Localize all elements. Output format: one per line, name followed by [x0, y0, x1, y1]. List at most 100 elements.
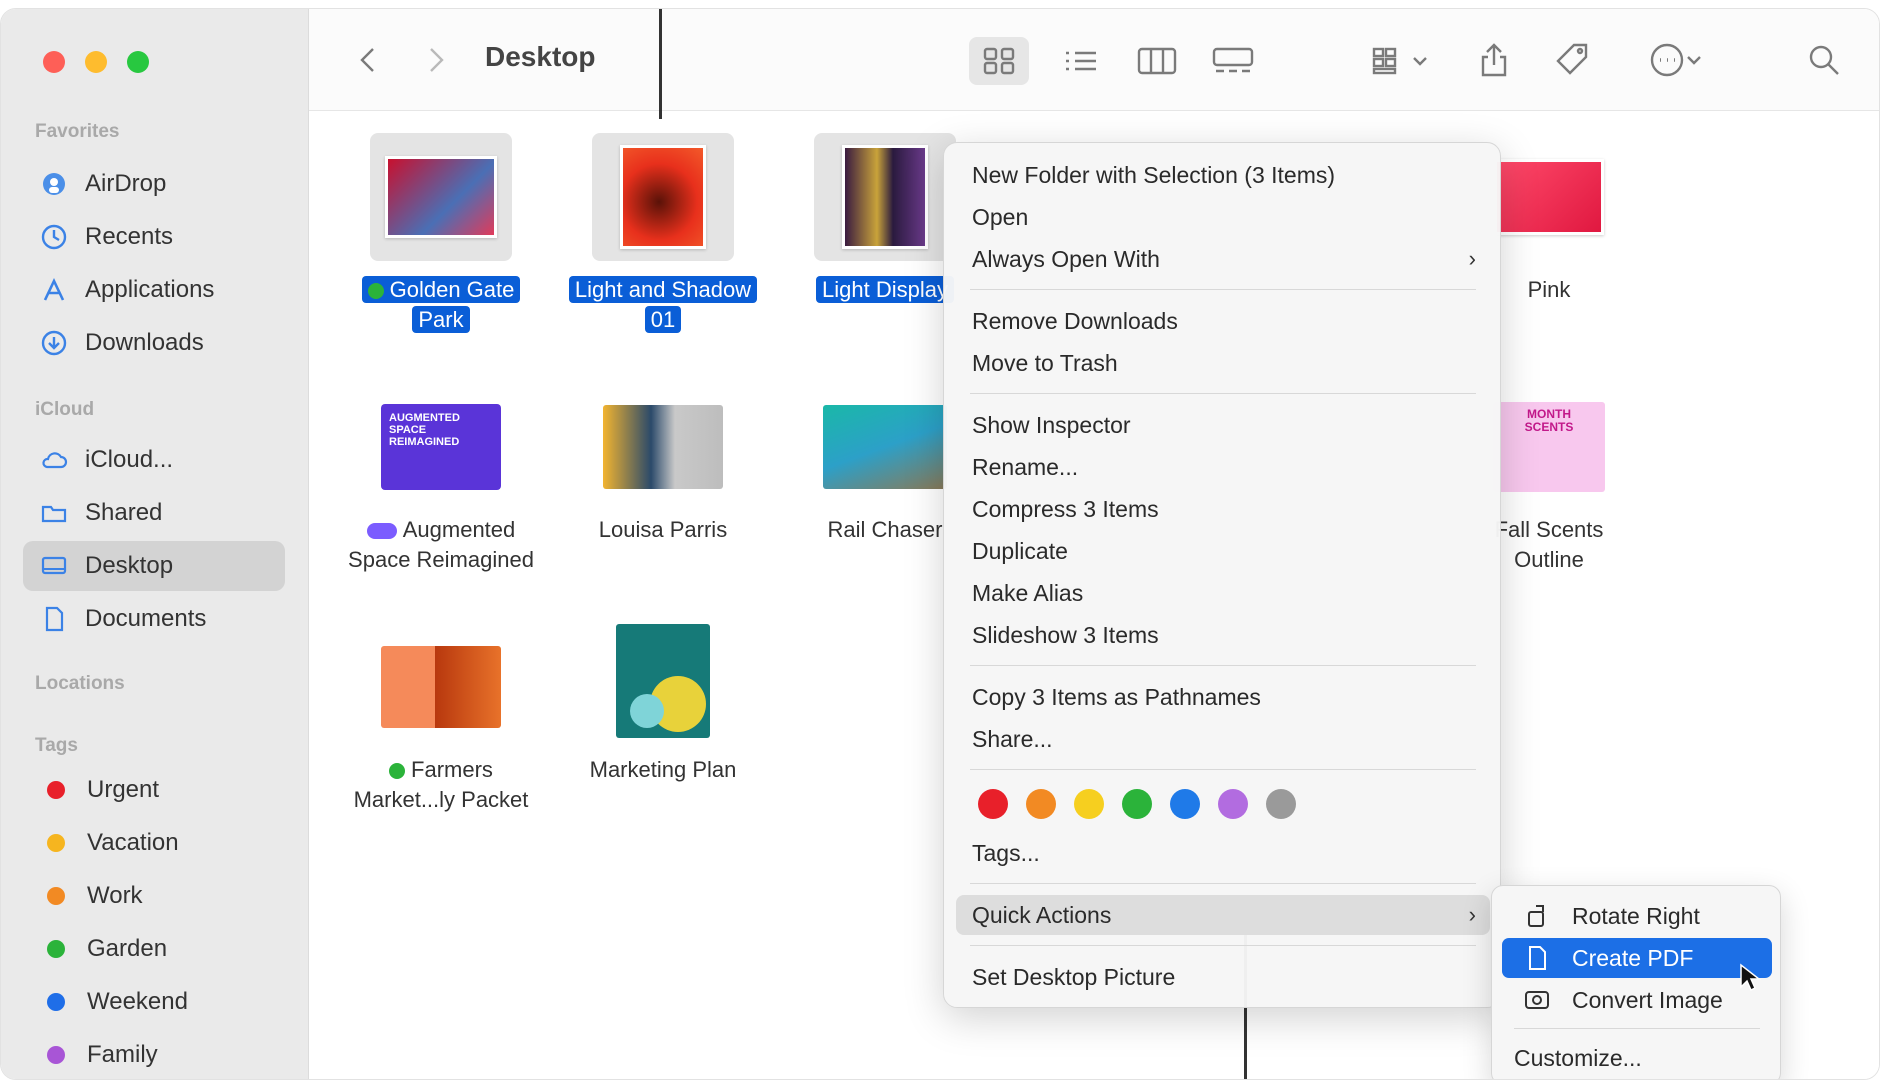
submenu-item-create-pdf[interactable]: Create PDF [1502, 938, 1772, 978]
file-thumbnail: AUGMENTED SPACE REIMAGINED [370, 393, 512, 501]
file-thumbnail [814, 133, 956, 261]
tag-color-picker [978, 789, 1296, 819]
menu-separator [970, 665, 1476, 666]
menu-item-new-folder-with-selection[interactable]: New Folder with Selection (3 Items) [956, 155, 1490, 195]
chevron-down-icon [1413, 57, 1427, 66]
menu-item-open[interactable]: Open [956, 197, 1490, 237]
sidebar-item-label: Downloads [85, 329, 204, 356]
back-button[interactable] [353, 45, 383, 75]
icloud-header: iCloud [35, 399, 95, 420]
file-item-golden-gate-park[interactable]: Golden Gate Park [331, 133, 551, 335]
forward-button[interactable] [421, 45, 451, 75]
menu-item-remove-downloads[interactable]: Remove Downloads [956, 301, 1490, 341]
menu-item-rename[interactable]: Rename... [956, 447, 1490, 487]
menu-item-tags[interactable]: Tags... [956, 833, 1490, 873]
menu-item-quick-actions[interactable]: Quick Actions › [956, 895, 1490, 935]
sidebar-item-desktop[interactable]: Desktop [23, 541, 285, 591]
tag-color-green[interactable] [1122, 789, 1152, 819]
sidebar-item-label: Urgent [87, 776, 160, 803]
menu-item-slideshow[interactable]: Slideshow 3 Items [956, 615, 1490, 655]
sidebar-tag-urgent[interactable]: Urgent [23, 765, 285, 815]
sidebar-item-applications[interactable]: Applications [23, 265, 285, 315]
quick-actions-submenu: Rotate Right Create PDF Convert Image Cu… [1491, 885, 1781, 1079]
tag-dot-icon [47, 781, 65, 799]
sidebar-item-label: Weekend [87, 988, 188, 1015]
context-menu: New Folder with Selection (3 Items) Open… [943, 142, 1501, 1008]
submenu-item-rotate-right[interactable]: Rotate Right [1502, 896, 1772, 936]
file-thumbnail [814, 393, 956, 501]
list-icon [1066, 51, 1096, 71]
tag-button[interactable] [1547, 35, 1597, 85]
menu-separator [970, 883, 1476, 884]
file-thumbnail [592, 393, 734, 501]
sidebar-tag-family[interactable]: Family [23, 1030, 285, 1079]
menu-item-compress[interactable]: Compress 3 Items [956, 489, 1490, 529]
chevron-right-icon [430, 48, 444, 72]
file-item-louisa-parris[interactable]: Louisa Parris [553, 393, 773, 545]
more-actions-button[interactable] [1635, 35, 1715, 85]
document-icon [39, 604, 69, 634]
close-button[interactable] [43, 51, 65, 73]
sidebar-tag-garden[interactable]: Garden [23, 924, 285, 974]
file-thumbnail [592, 133, 734, 261]
tag-color-yellow[interactable] [1074, 789, 1104, 819]
sidebar-item-airdrop[interactable]: AirDrop [23, 159, 285, 209]
tag-color-gray[interactable] [1266, 789, 1296, 819]
tag-color-orange[interactable] [1026, 789, 1056, 819]
download-icon [39, 328, 69, 358]
menu-item-duplicate[interactable]: Duplicate [956, 531, 1490, 571]
file-thumbnail [370, 633, 512, 741]
gallery-icon [1212, 47, 1254, 73]
ellipsis-circle-icon [1650, 43, 1684, 77]
minimize-button[interactable] [85, 51, 107, 73]
gallery-view-button[interactable] [1203, 37, 1263, 85]
chevron-right-icon: › [1468, 902, 1476, 927]
sidebar-item-label: Applications [85, 276, 215, 303]
locations-header: Locations [35, 673, 125, 694]
file-item-farmers-market[interactable]: Farmers Market...ly Packet [331, 633, 551, 815]
file-item-marketing-plan[interactable]: Marketing Plan [553, 621, 773, 785]
column-view-button[interactable] [1127, 37, 1187, 85]
file-thumbnail [370, 133, 512, 261]
sidebar-item-shared[interactable]: Shared [23, 488, 285, 538]
menu-item-show-inspector[interactable]: Show Inspector [956, 405, 1490, 445]
cloud-icon [39, 445, 69, 475]
group-icon [1372, 47, 1397, 75]
share-button[interactable] [1469, 35, 1519, 85]
zoom-button[interactable] [127, 51, 149, 73]
file-name: Farmers Market...ly Packet [353, 757, 529, 812]
file-item-light-and-shadow[interactable]: Light and Shadow 01 [553, 133, 773, 335]
tag-color-red[interactable] [978, 789, 1008, 819]
tag-dot-icon [47, 940, 65, 958]
list-view-button[interactable] [1051, 37, 1111, 85]
sidebar: Favorites AirDrop Recents Applications D… [1, 9, 309, 1079]
tag-color-blue[interactable] [1170, 789, 1200, 819]
sidebar-tag-weekend[interactable]: Weekend [23, 977, 285, 1027]
file-item-augmented-space[interactable]: AUGMENTED SPACE REIMAGINED Augmented Space … [331, 393, 551, 575]
menu-separator [970, 769, 1476, 770]
window-title: Desktop [485, 41, 596, 72]
sidebar-item-label: iCloud... [85, 446, 174, 473]
menu-item-set-desktop-picture[interactable]: Set Desktop Picture [956, 957, 1490, 997]
group-by-button[interactable] [1359, 37, 1441, 85]
menu-item-always-open-with[interactable]: Always Open With › [956, 239, 1490, 279]
tag-color-purple[interactable] [1218, 789, 1248, 819]
mouse-cursor-icon [1740, 963, 1761, 992]
menu-item-make-alias[interactable]: Make Alias [956, 573, 1490, 613]
submenu-item-customize[interactable]: Customize... [1502, 1038, 1772, 1078]
sidebar-tag-vacation[interactable]: Vacation [23, 818, 285, 868]
search-button[interactable] [1801, 37, 1847, 83]
menu-item-move-to-trash[interactable]: Move to Trash [956, 343, 1490, 383]
sidebar-item-documents[interactable]: Documents [23, 594, 285, 644]
menu-item-copy-pathnames[interactable]: Copy 3 Items as Pathnames [956, 677, 1490, 717]
menu-item-share[interactable]: Share... [956, 719, 1490, 759]
sidebar-tag-work[interactable]: Work [23, 871, 285, 921]
chevron-down-icon [1687, 56, 1701, 65]
file-name: Light and Shadow 01 [553, 275, 773, 335]
submenu-item-convert-image[interactable]: Convert Image [1502, 980, 1772, 1020]
sidebar-item-icloud-drive[interactable]: iCloud... [23, 435, 285, 485]
sidebar-item-downloads[interactable]: Downloads [23, 318, 285, 368]
icon-view-button[interactable] [969, 37, 1029, 85]
chevron-right-icon: › [1468, 246, 1476, 271]
sidebar-item-recents[interactable]: Recents [23, 212, 285, 262]
